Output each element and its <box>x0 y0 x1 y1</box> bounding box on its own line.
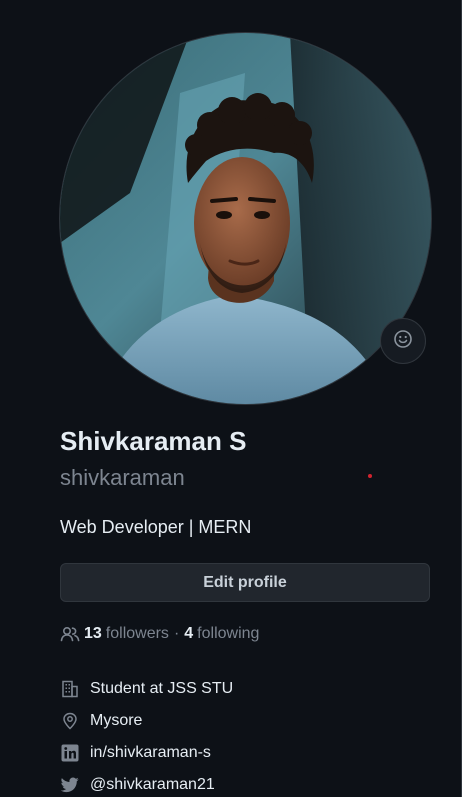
location-text: Mysore <box>90 712 143 729</box>
detail-linkedin[interactable]: in/shivkaraman-s <box>60 737 233 769</box>
detail-location: Mysore <box>60 705 233 737</box>
follow-separator: · <box>173 625 180 642</box>
followers-link[interactable]: 13 followers <box>84 625 169 643</box>
linkedin-text: in/shivkaraman-s <box>90 744 211 761</box>
profile-bio: Web Developer | MERN <box>60 517 252 537</box>
profile-username: shivkaraman <box>60 465 185 490</box>
follow-stats: 13 followers · 4 following <box>60 625 259 643</box>
following-link[interactable]: 4 following <box>184 625 259 643</box>
building-icon <box>60 679 80 699</box>
followers-label: followers <box>105 625 169 642</box>
smiley-icon <box>393 329 413 354</box>
people-icon <box>60 626 80 642</box>
detail-organization: Student at JSS STU <box>60 673 233 705</box>
profile-name: Shivkaraman S <box>60 426 247 456</box>
profile-details: Student at JSS STU Mysore in/shivkaraman… <box>60 673 233 797</box>
following-count: 4 <box>184 625 194 642</box>
set-status-button[interactable] <box>380 318 426 364</box>
avatar-container <box>60 33 431 404</box>
organization-text: Student at JSS STU <box>90 680 234 697</box>
followers-count: 13 <box>84 625 102 642</box>
edit-profile-button[interactable]: Edit profile <box>60 563 430 602</box>
red-dot-marker <box>368 474 372 478</box>
location-pin-icon <box>60 711 80 731</box>
following-label: following <box>197 625 260 642</box>
twitter-icon <box>60 775 80 795</box>
avatar-illustration <box>60 33 431 404</box>
detail-twitter[interactable]: @shivkaraman21 <box>60 769 233 797</box>
twitter-text: @shivkaraman21 <box>90 776 215 793</box>
linkedin-icon <box>60 743 80 763</box>
avatar[interactable] <box>60 33 431 404</box>
